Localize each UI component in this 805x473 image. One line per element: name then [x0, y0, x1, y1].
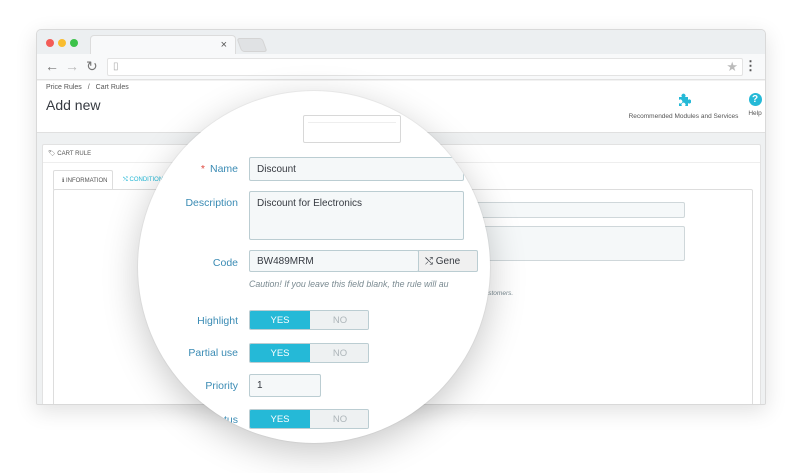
- status-yes-option[interactable]: YES: [250, 410, 310, 428]
- status-no-option[interactable]: NO: [310, 410, 368, 428]
- code-input[interactable]: BW489MRM: [249, 250, 419, 272]
- highlight-no-option[interactable]: NO: [310, 311, 368, 329]
- name-label: * Name: [200, 163, 238, 175]
- generate-code-button[interactable]: ⤭ Gene: [418, 250, 478, 272]
- magnified-form: * Name Discount Description Discount for …: [138, 91, 490, 443]
- help-button[interactable]: ? Help: [745, 93, 765, 117]
- address-bar[interactable]: ▯ ★: [107, 58, 743, 76]
- panel-heading-label: CART RULE: [57, 151, 92, 157]
- browser-tab[interactable]: ×: [90, 35, 236, 55]
- breadcrumb-cart-rules[interactable]: Cart Rules: [96, 84, 129, 91]
- description-textarea[interactable]: Discount for Electronics: [249, 191, 464, 240]
- status-switch[interactable]: YES NO: [249, 409, 369, 429]
- browser-toolbar: ← → ↻ ▯ ★ ⋮: [37, 54, 765, 80]
- magnifier-lens: * Name Discount Description Discount for …: [138, 91, 490, 443]
- tab-information[interactable]: ℹ INFORMATION: [53, 170, 113, 190]
- partial-use-label: Partial use: [188, 347, 238, 359]
- description-label: Description: [185, 197, 238, 209]
- code-caution-text: Caution! If you leave this field blank, …: [249, 279, 449, 289]
- bookmark-star-icon[interactable]: ★: [726, 59, 738, 75]
- minimize-window-dot[interactable]: [58, 39, 66, 47]
- highlight-yes-option[interactable]: YES: [250, 311, 310, 329]
- partial-use-yes-option[interactable]: YES: [250, 344, 310, 362]
- shuffle-icon: ⤭: [123, 177, 128, 183]
- back-icon[interactable]: ←: [45, 58, 59, 74]
- recommended-modules-label: Recommended Modules and Services: [628, 113, 739, 120]
- priority-label: Priority: [205, 380, 238, 392]
- screenshot-stage: × ← → ↻ ▯ ★ ⋮ Price Rules / Cart Rules A…: [0, 0, 805, 473]
- code-label: Code: [212, 257, 238, 269]
- name-input[interactable]: Discount: [249, 157, 464, 181]
- tag-icon: 🏷: [48, 151, 56, 157]
- shuffle-icon: ⤭: [425, 256, 433, 267]
- browser-titlebar: ×: [37, 30, 765, 55]
- page-title: Add new: [46, 97, 101, 113]
- required-mark: *: [200, 163, 205, 175]
- partial-use-switch[interactable]: YES NO: [249, 343, 369, 363]
- priority-input[interactable]: 1: [249, 374, 321, 397]
- new-tab-button[interactable]: [236, 38, 268, 52]
- help-label: Help: [748, 110, 762, 117]
- browser-menu-icon[interactable]: ⋮: [744, 58, 757, 74]
- tab-close-icon[interactable]: ×: [221, 38, 227, 52]
- status-label: atus: [218, 414, 238, 426]
- forward-icon[interactable]: →: [65, 58, 79, 74]
- help-icon: ?: [748, 93, 762, 106]
- generate-code-label: Gene: [435, 256, 461, 267]
- breadcrumb-separator: /: [87, 84, 90, 91]
- breadcrumb: Price Rules / Cart Rules: [46, 84, 133, 91]
- reload-icon[interactable]: ↻: [86, 58, 98, 74]
- magnified-tab-line: [308, 122, 396, 123]
- recommended-modules-button[interactable]: Recommended Modules and Services: [627, 93, 740, 120]
- highlight-switch[interactable]: YES NO: [249, 310, 369, 330]
- page-icon: ▯: [113, 61, 119, 72]
- puzzle-icon: [627, 93, 740, 109]
- breadcrumb-price-rules[interactable]: Price Rules: [46, 84, 82, 91]
- highlight-label: Highlight: [197, 315, 238, 327]
- partial-use-no-option[interactable]: NO: [310, 344, 368, 362]
- maximize-window-dot[interactable]: [70, 39, 78, 47]
- magnified-tab-stub: [303, 115, 401, 143]
- tab-information-label: INFORMATION: [65, 178, 108, 184]
- panel-heading: 🏷 CART RULE: [48, 150, 91, 157]
- close-window-dot[interactable]: [46, 39, 54, 47]
- info-icon: ℹ: [62, 178, 65, 184]
